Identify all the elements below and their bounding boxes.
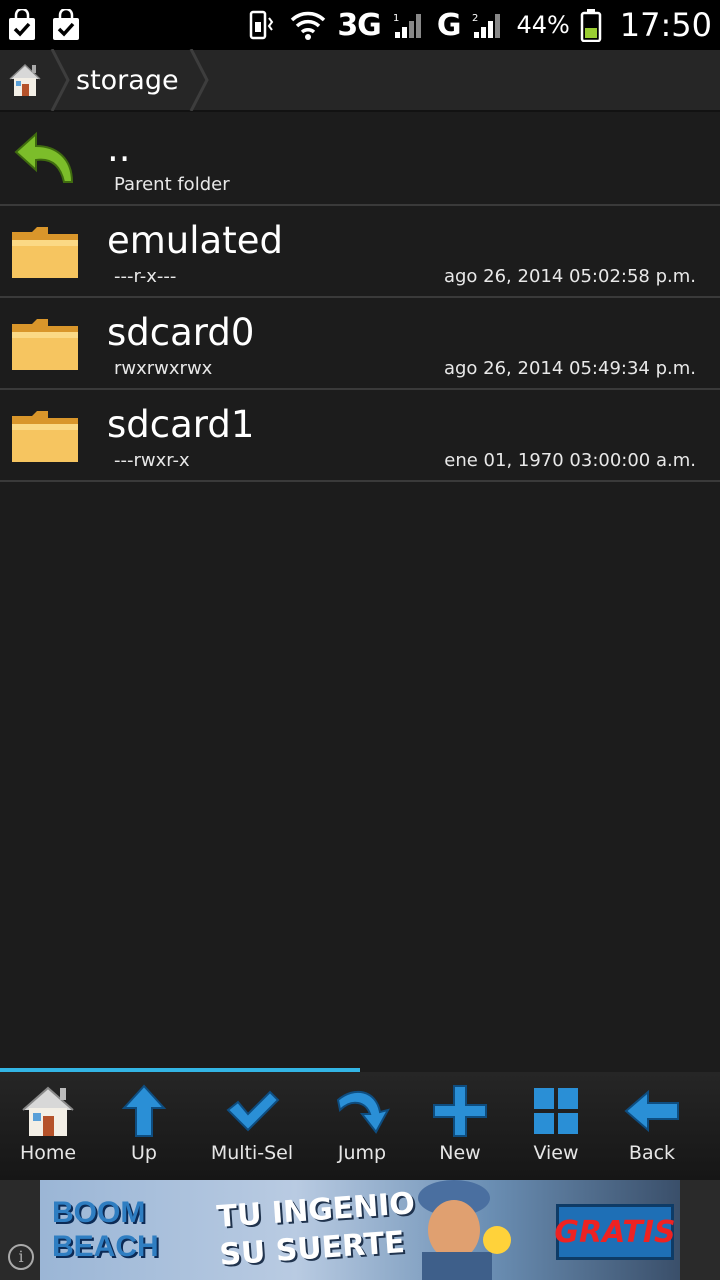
signal-strength-icon-2: 2	[472, 13, 501, 38]
jump-button[interactable]: Jump	[312, 1072, 412, 1180]
multi-select-label: Multi-Sel	[210, 1142, 294, 1164]
sim1-label: 1	[393, 13, 399, 24]
plus-icon	[433, 1085, 487, 1137]
home-icon	[22, 1086, 74, 1136]
ad-brand-line2: BEACH	[52, 1230, 159, 1263]
file-name: emulated	[107, 219, 283, 262]
bottom-toolbar: Home Up Multi-Sel Jump New View Back	[0, 1072, 720, 1180]
arrow-up-icon	[121, 1084, 167, 1137]
shopping-bag-check-icon	[53, 9, 79, 40]
view-label: View	[533, 1142, 579, 1164]
battery-icon	[580, 9, 602, 42]
shopping-bag-check-icon	[9, 9, 35, 40]
new-label: New	[439, 1142, 481, 1164]
home-button[interactable]: Home	[0, 1072, 96, 1180]
grid-view-icon	[534, 1088, 578, 1134]
file-list: .. Parent folder emulated ---r-x--- ago …	[0, 114, 720, 482]
checkmark-icon	[226, 1090, 280, 1132]
signal-strength-icon: 1	[393, 13, 421, 38]
ad-banner[interactable]: BOOM BEACH TU INGENIO SU SUERTE GRATIS	[40, 1180, 680, 1280]
status-bar: 3G 1 G 2 44% 17:50	[0, 0, 720, 50]
ad-info-icon[interactable]: i	[8, 1244, 34, 1270]
network-type-2: G	[436, 7, 462, 43]
battery-percent: 44%	[516, 11, 570, 39]
clock: 17:50	[619, 6, 712, 44]
jump-arrow-icon	[336, 1091, 390, 1134]
ad-cta-button[interactable]: GRATIS	[554, 1204, 676, 1260]
back-button[interactable]: Back	[604, 1072, 700, 1180]
list-item-emulated[interactable]: emulated ---r-x--- ago 26, 2014 05:02:58…	[0, 206, 720, 298]
breadcrumb-home[interactable]	[0, 49, 50, 111]
up-button[interactable]: Up	[96, 1072, 192, 1180]
file-permissions: ---r-x---	[114, 266, 177, 287]
breadcrumb-separator	[189, 49, 209, 111]
list-item-sdcard1[interactable]: sdcard1 ---rwxr-x ene 01, 1970 03:00:00 …	[0, 390, 720, 482]
folder-icon	[12, 411, 78, 462]
multi-select-button[interactable]: Multi-Sel	[192, 1072, 312, 1180]
arrow-left-icon	[624, 1089, 679, 1133]
back-arrow-icon	[14, 131, 74, 183]
file-permissions: rwxrwxrwx	[114, 358, 213, 379]
list-item-sdcard0[interactable]: sdcard0 rwxrwxrwx ago 26, 2014 05:49:34 …	[0, 298, 720, 390]
folder-icon	[12, 319, 78, 370]
file-name: ..	[107, 127, 131, 170]
home-icon	[9, 63, 41, 96]
wifi-icon	[291, 11, 326, 40]
file-date: ago 26, 2014 05:49:34 p.m.	[443, 358, 696, 379]
ad-soldier-illustration	[418, 1180, 511, 1280]
ad-area: i BOOM BEACH TU INGENIO SU SUERTE GRATIS	[0, 1180, 720, 1280]
home-label: Home	[19, 1142, 77, 1164]
breadcrumb-item-storage[interactable]: storage	[70, 65, 189, 96]
ad-brand-line1: BOOM	[52, 1196, 146, 1229]
file-name: sdcard0	[107, 311, 255, 354]
view-button[interactable]: View	[508, 1072, 604, 1180]
jump-label: Jump	[337, 1142, 387, 1164]
file-subtitle: Parent folder	[114, 174, 230, 195]
file-date: ago 26, 2014 05:02:58 p.m.	[443, 266, 696, 287]
file-date: ene 01, 1970 03:00:00 a.m.	[444, 450, 696, 471]
back-label: Back	[628, 1142, 676, 1164]
ad-tagline: TU INGENIO SU SUERTE	[216, 1185, 419, 1275]
breadcrumb: storage	[0, 49, 720, 112]
breadcrumb-separator	[50, 49, 70, 111]
network-type-1: 3G	[337, 7, 381, 43]
file-name: sdcard1	[107, 403, 255, 446]
sim2-label: 2	[472, 13, 478, 24]
up-label: Up	[131, 1142, 157, 1164]
list-item-parent-folder[interactable]: .. Parent folder	[0, 114, 720, 206]
vibrate-icon	[250, 10, 274, 40]
ad-brand: BOOM BEACH	[52, 1196, 159, 1264]
file-permissions: ---rwxr-x	[114, 450, 190, 471]
folder-icon	[12, 227, 78, 278]
new-button[interactable]: New	[412, 1072, 508, 1180]
